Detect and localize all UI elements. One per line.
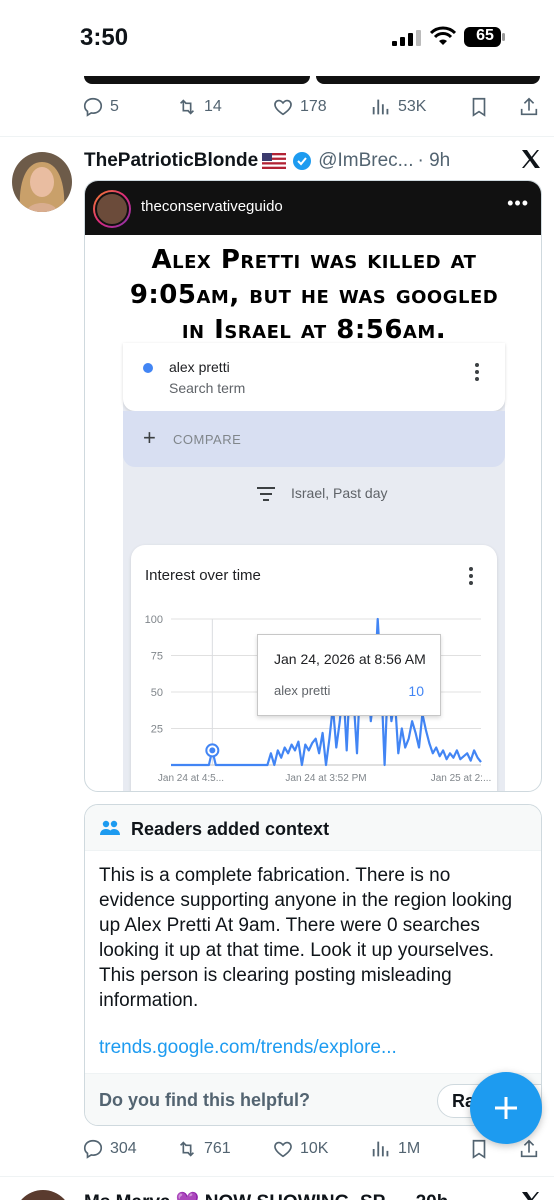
x-tick-label: Jan 25 at 2:...: [431, 773, 492, 784]
share-button[interactable]: [518, 92, 540, 122]
display-name[interactable]: ThePatrioticBlonde: [84, 150, 258, 172]
compose-button[interactable]: [470, 1072, 542, 1144]
views-count: 53K: [398, 98, 427, 115]
tooltip-date: Jan 24, 2026 at 8:56 AM: [274, 651, 426, 667]
helpful-prompt: Do you find this helpful?: [99, 1090, 310, 1110]
media-headline: Alex Pretti was killed at 9:05am, but he…: [85, 243, 541, 348]
reply-count: 5: [110, 98, 119, 115]
views-icon: [372, 1141, 389, 1157]
highlight-point: [209, 747, 216, 754]
reply-count: 304: [110, 1140, 137, 1157]
note-source-link[interactable]: trends.google.com/trends/explore...: [99, 1037, 397, 1059]
status-bar: 3:50 65: [0, 0, 554, 78]
status-time: 3:50: [80, 24, 129, 51]
x-tick-label: Jan 24 at 4:5...: [158, 773, 224, 784]
tweet-time: · 9h: [417, 150, 451, 171]
cellular-signal-icon: [392, 30, 421, 46]
chart-title: Interest over time: [145, 567, 261, 584]
user-handle[interactable]: @ImBrec...: [318, 150, 413, 172]
x-logo-icon: [522, 150, 540, 168]
like-count: 10K: [300, 1140, 329, 1157]
filter-icon: [257, 487, 275, 501]
heart-icon: [274, 99, 292, 116]
battery-level: 65: [476, 27, 494, 44]
plus-icon: [495, 1097, 517, 1119]
people-icon: [100, 820, 120, 835]
tweet-divider: [0, 1176, 554, 1177]
reply-button[interactable]: 304: [82, 1134, 137, 1164]
more-icon: •••: [507, 193, 529, 213]
like-button[interactable]: 178: [272, 92, 327, 122]
bookmark-button[interactable]: [468, 92, 490, 122]
bookmark-icon: [472, 97, 486, 117]
share-icon: [520, 97, 538, 116]
reply-icon: [83, 97, 103, 117]
trends-filter: Israel, Past day: [123, 481, 505, 509]
note-header-label: Readers added context: [131, 819, 330, 839]
like-count: 178: [300, 98, 327, 115]
us-flag-icon: [262, 153, 287, 169]
tweet-divider: [0, 136, 554, 137]
community-note: Readers added context This is a complete…: [84, 804, 542, 1126]
ig-username: theconservativeguido: [141, 198, 283, 215]
verified-badge-icon: [293, 152, 312, 170]
retweet-icon: [179, 1141, 195, 1157]
like-button[interactable]: 10K: [272, 1134, 328, 1164]
tweet-actions: 304 761 10K 1M: [82, 1134, 542, 1164]
x-tick-label: Jan 24 at 3:52 PM: [285, 773, 366, 784]
retweet-count: 14: [204, 98, 222, 115]
search-term-sub: Search term: [169, 380, 246, 396]
community-note-header: Readers added context: [85, 805, 541, 851]
chart-tooltip: Jan 24, 2026 at 8:56 AM alex pretti 10: [257, 634, 441, 716]
heart-icon: [274, 1141, 292, 1158]
filter-label: Israel, Past day: [291, 485, 388, 501]
share-icon: [520, 1139, 538, 1158]
ig-avatar: [93, 190, 131, 228]
previous-tweet-actions: 5 14 178 53K: [82, 92, 542, 122]
tooltip-term: alex pretti: [274, 683, 331, 698]
headline-line-1: Alex Pretti was killed at: [151, 245, 477, 275]
trends-compare-bar: + COMPARE: [123, 411, 505, 467]
compare-label: COMPARE: [173, 432, 242, 447]
views-icon: [372, 99, 389, 115]
tooltip-value: 10: [408, 683, 424, 699]
retweet-count: 761: [204, 1140, 231, 1157]
views-count: 1M: [398, 1140, 421, 1157]
next-tweet-avatar[interactable]: [14, 1190, 72, 1200]
retweet-icon: [179, 99, 195, 115]
avatar[interactable]: [12, 152, 72, 212]
retweet-button[interactable]: 761: [176, 1134, 231, 1164]
next-tweet-name[interactable]: Ms Marva 💜 NOW SHOWING. SP... · 20h: [84, 1190, 448, 1200]
y-tick-label: 50: [151, 687, 163, 699]
headline-line-2: 9:05am, but he was googled: [129, 280, 499, 310]
views-button[interactable]: 53K: [370, 92, 426, 122]
reply-icon: [83, 1139, 103, 1159]
reply-button[interactable]: 5: [82, 92, 119, 122]
tweet-media[interactable]: theconservativeguido ••• Alex Pretti was…: [84, 180, 542, 792]
search-term: alex pretti: [169, 359, 230, 375]
bookmark-icon: [472, 1139, 486, 1159]
y-tick-label: 75: [151, 651, 163, 663]
instagram-header: theconservativeguido •••: [85, 181, 541, 235]
plus-icon: +: [143, 425, 156, 450]
note-body: This is a complete fabrication. There is…: [99, 865, 513, 1011]
previous-tweet-media[interactable]: [84, 76, 540, 84]
y-tick-label: 100: [145, 615, 163, 626]
wifi-icon: [430, 26, 456, 45]
views-button[interactable]: 1M: [370, 1134, 420, 1164]
x-logo-icon: [522, 1192, 539, 1200]
tweet-header: ThePatrioticBlonde @ImBrec... · 9h: [84, 148, 544, 174]
trends-search-term-card: alex pretti Search term: [123, 343, 505, 411]
chart-kebab-icon: [469, 567, 473, 585]
kebab-menu-icon: [475, 363, 479, 381]
series-color-dot: [143, 363, 153, 373]
y-tick-label: 25: [151, 724, 163, 736]
retweet-button[interactable]: 14: [176, 92, 222, 122]
